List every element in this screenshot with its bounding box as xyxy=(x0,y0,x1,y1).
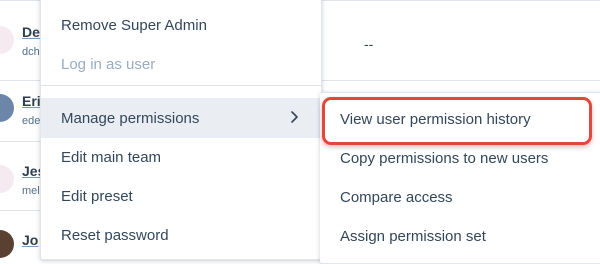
avatar xyxy=(0,26,14,54)
user-name-link[interactable]: De xyxy=(22,24,40,40)
user-name-link[interactable]: Jo xyxy=(22,232,38,248)
user-email: ede xyxy=(22,115,41,127)
menu-item-label: Assign permission set xyxy=(340,227,486,245)
menu-item-label: View user permission history xyxy=(340,110,531,128)
menu-item-label: Edit main team xyxy=(61,148,162,166)
menu-item-reset-password[interactable]: Reset password xyxy=(41,215,321,255)
submenu-item-copy-permissions[interactable]: Copy permissions to new users xyxy=(320,138,600,178)
table-cell-empty: -- xyxy=(364,36,374,52)
menu-item-label: Reset password xyxy=(61,226,169,244)
menu-item-label: Copy permissions to new users xyxy=(340,149,549,167)
menu-item-label: Remove Super Admin xyxy=(61,16,207,34)
manage-permissions-submenu: View user permission history Copy permis… xyxy=(320,92,600,264)
avatar xyxy=(0,230,14,258)
avatar xyxy=(0,94,14,122)
menu-item-label: Manage permissions xyxy=(61,109,200,127)
user-email: mel xyxy=(22,185,40,197)
menu-item-label: Edit preset xyxy=(61,187,133,205)
menu-item-manage-permissions[interactable]: Manage permissions xyxy=(41,98,321,138)
chevron-right-icon xyxy=(291,111,298,123)
submenu-item-assign-permission-set[interactable]: Assign permission set xyxy=(320,216,600,256)
menu-item-log-in-as-user: Log in as user xyxy=(41,44,321,84)
menu-item-label: Log in as user xyxy=(61,55,156,73)
submenu-item-view-permission-history[interactable]: View user permission history xyxy=(320,99,600,139)
menu-item-edit-preset[interactable]: Edit preset xyxy=(41,176,321,216)
menu-divider xyxy=(41,85,321,86)
menu-item-edit-main-team[interactable]: Edit main team xyxy=(41,137,321,177)
menu-item-label: Compare access xyxy=(340,188,453,206)
user-name-link[interactable]: Eri xyxy=(22,93,41,109)
avatar xyxy=(0,165,14,193)
user-email: dch xyxy=(22,46,40,58)
menu-item-remove-super-admin[interactable]: Remove Super Admin xyxy=(41,5,321,45)
submenu-item-compare-access[interactable]: Compare access xyxy=(320,177,600,217)
user-actions-menu: Remove Super Admin Log in as user Manage… xyxy=(40,0,322,260)
